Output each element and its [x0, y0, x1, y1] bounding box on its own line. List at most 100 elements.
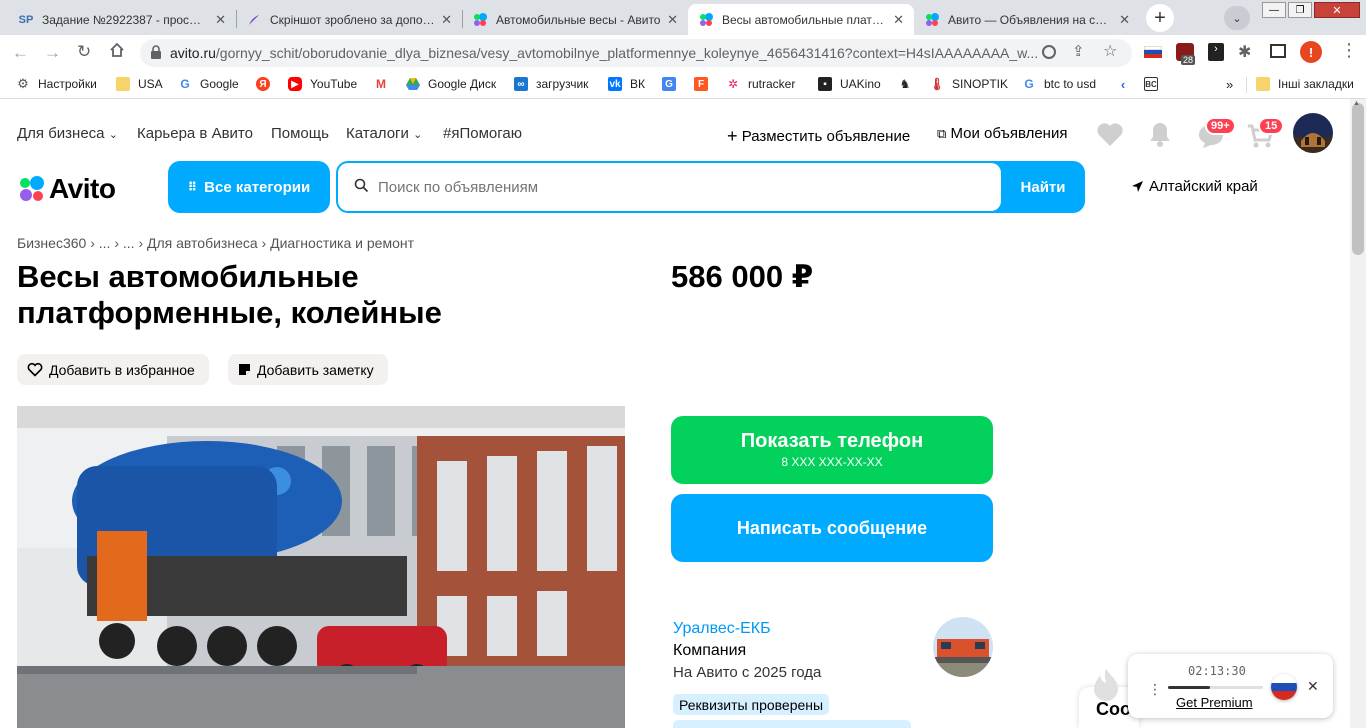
messages-badge: 99+ — [1205, 117, 1236, 135]
favorites-heart-icon[interactable] — [1096, 121, 1124, 152]
bookmark-item[interactable]: Gbtc to usd — [1022, 77, 1096, 91]
breadcrumb-item[interactable]: Диагностика и ремонт — [270, 235, 414, 251]
scrollbar-thumb[interactable] — [1352, 103, 1364, 255]
masked-phone: 8 XXX XXX-XX-XX — [781, 455, 883, 469]
widget-menu-icon[interactable]: ⋮ — [1148, 681, 1162, 698]
browser-tab[interactable]: Автомобильные весы - Авито ✕ — [462, 4, 688, 35]
maximize-button[interactable]: ❐ — [1288, 2, 1312, 18]
f-icon: F — [694, 77, 708, 91]
russian-flag-icon[interactable] — [1271, 674, 1297, 700]
bookmark-item[interactable]: F — [694, 77, 716, 91]
listing-photo[interactable] — [17, 406, 625, 728]
show-phone-button[interactable]: Показать телефон 8 XXX XXX-XX-XX — [671, 416, 993, 484]
bookmark-item[interactable]: vk ВК — [608, 77, 645, 91]
blocked-content-icon[interactable] — [1042, 45, 1056, 59]
bookmark-item[interactable]: ♞ — [898, 77, 920, 91]
extensions-puzzle-icon[interactable]: ✱ — [1238, 42, 1251, 62]
page-content: Для бизнеса ⌄ Карьера в Авито Помощь Кат… — [0, 99, 1350, 728]
menu-kebab-icon[interactable]: ⋮ — [1340, 40, 1358, 61]
bookmarks-overflow-chevron-icon[interactable]: » — [1226, 77, 1233, 92]
home-icon[interactable] — [108, 41, 126, 64]
bookmark-item[interactable]: BC — [1144, 77, 1166, 91]
plus-icon: + — [727, 126, 738, 146]
seller-avatar[interactable] — [933, 617, 993, 677]
all-categories-button[interactable]: ⠿ Все категории — [168, 161, 330, 213]
profile-update-icon[interactable]: ! — [1300, 41, 1322, 63]
breadcrumb-item[interactable]: ... — [123, 235, 135, 251]
recorder-progress — [1168, 686, 1263, 689]
breadcrumb-item[interactable]: Бизнес360 — [17, 235, 86, 251]
bookmark-item[interactable]: ✲ rutracker — [726, 77, 795, 91]
tab-title: Задание №2922387 - просмотр — [42, 12, 210, 27]
help-link[interactable]: Помощь — [271, 125, 329, 142]
bookmark-item[interactable]: ▶ YouTube — [288, 77, 357, 91]
seller-name-link[interactable]: Уралвес-ЕКБ — [673, 620, 771, 638]
add-favorite-button[interactable]: Добавить в избранное — [17, 354, 209, 385]
close-window-button[interactable]: ✕ — [1314, 2, 1360, 18]
tab-search-chevron-icon[interactable]: ⌄ — [1224, 6, 1250, 30]
bookmark-item[interactable]: USA — [116, 77, 163, 91]
ya-pomogayu-link[interactable]: #яПомогаю — [443, 125, 522, 142]
scroll-up-arrow-icon[interactable]: ▲ — [1353, 100, 1360, 107]
close-tab-icon[interactable]: ✕ — [1119, 12, 1130, 28]
bookmark-item[interactable]: ‹ — [1116, 77, 1138, 92]
bookmark-item[interactable]: 🌡︎ SINOPTIK — [929, 77, 1008, 91]
close-tab-icon[interactable]: ✕ — [215, 12, 226, 28]
bookmark-item[interactable]: Google Диск — [406, 77, 496, 91]
bookmark-item[interactable]: ▪ UAKino — [818, 77, 881, 91]
avito-logo[interactable]: Avito — [17, 173, 116, 205]
forward-arrow-icon[interactable]: → — [44, 43, 61, 63]
avatar[interactable] — [1293, 113, 1333, 153]
write-message-button[interactable]: Написать сообщение — [671, 494, 993, 562]
post-ad-button[interactable]: + Разместить объявление — [727, 125, 910, 146]
search-input[interactable]: Поиск по объявлениям — [338, 163, 1001, 211]
search-bar: Поиск по объявлениям Найти — [336, 161, 1085, 213]
reload-icon[interactable]: ↻ — [77, 42, 91, 62]
bookmark-item[interactable]: ∞ загрузчик — [514, 77, 588, 91]
catalogs-menu[interactable]: Каталоги ⌄ — [346, 125, 422, 142]
search-button[interactable]: Найти — [1001, 161, 1085, 213]
get-premium-link[interactable]: Get Premium — [1176, 695, 1253, 710]
new-tab-button[interactable]: + — [1146, 4, 1174, 32]
add-note-button[interactable]: Добавить заметку — [228, 354, 388, 385]
show-phone-label: Показать телефон — [740, 430, 924, 452]
careers-link[interactable]: Карьера в Авито — [137, 125, 253, 142]
close-tab-icon[interactable]: ✕ — [893, 12, 904, 28]
close-tab-icon[interactable]: ✕ — [441, 12, 452, 28]
avito-icon — [20, 176, 44, 201]
russian-flag-icon[interactable] — [1144, 46, 1162, 58]
tab-title: Авито — Объявления на сайте — [948, 12, 1114, 27]
close-icon[interactable]: ✕ — [1307, 678, 1319, 695]
lock-icon[interactable] — [150, 45, 162, 62]
nav-label: Каталоги — [346, 125, 409, 142]
add-note-label: Добавить заметку — [257, 361, 374, 378]
bookmark-item[interactable]: M — [374, 77, 396, 91]
gear-icon: ⚙ — [17, 76, 29, 91]
extension-arrow-icon[interactable]: › — [1208, 43, 1224, 61]
minimize-button[interactable]: — — [1262, 2, 1286, 18]
breadcrumb-item[interactable]: ... — [99, 235, 111, 251]
side-panel-icon[interactable] — [1270, 44, 1286, 58]
bookmark-item[interactable]: Я — [256, 77, 278, 91]
browser-tab-active[interactable]: Весы автомобильные платфо ✕ — [688, 4, 914, 35]
bookmark-item[interactable]: G Google — [178, 77, 238, 91]
notifications-bell-icon[interactable] — [1148, 121, 1172, 152]
other-bookmarks[interactable]: Інші закладки — [1256, 77, 1354, 91]
breadcrumb-item[interactable]: Для автобизнеса — [147, 235, 258, 251]
price: 586 000 ₽ — [671, 259, 814, 294]
location-selector[interactable]: Алтайский край — [1131, 178, 1258, 195]
share-icon[interactable]: ⇪ — [1072, 42, 1085, 60]
add-favorite-label: Добавить в избранное — [49, 361, 195, 378]
bookmark-item[interactable]: ⚙ Настройки — [16, 76, 97, 91]
business-menu[interactable]: Для бизнеса ⌄ — [17, 125, 118, 142]
back-arrow-icon[interactable]: ← — [12, 43, 29, 63]
tab-strip: SP Задание №2922387 - просмотр ✕ Скріншо… — [0, 0, 1366, 35]
bookmark-star-icon[interactable]: ☆ — [1103, 41, 1117, 61]
bookmark-item[interactable]: G — [662, 77, 684, 91]
browser-tab[interactable]: Скріншот зроблено за допомо ✕ — [236, 4, 462, 35]
my-ads-button[interactable]: ⧉ Мои объявления — [937, 125, 1067, 142]
close-tab-icon[interactable]: ✕ — [667, 12, 678, 28]
address-bar[interactable]: avito.ru/gornyy_schit/oborudovanie_dlya_… — [140, 39, 1132, 67]
browser-tab[interactable]: SP Задание №2922387 - просмотр ✕ — [8, 4, 236, 35]
browser-tab[interactable]: Авито — Объявления на сайте ✕ — [914, 4, 1140, 35]
